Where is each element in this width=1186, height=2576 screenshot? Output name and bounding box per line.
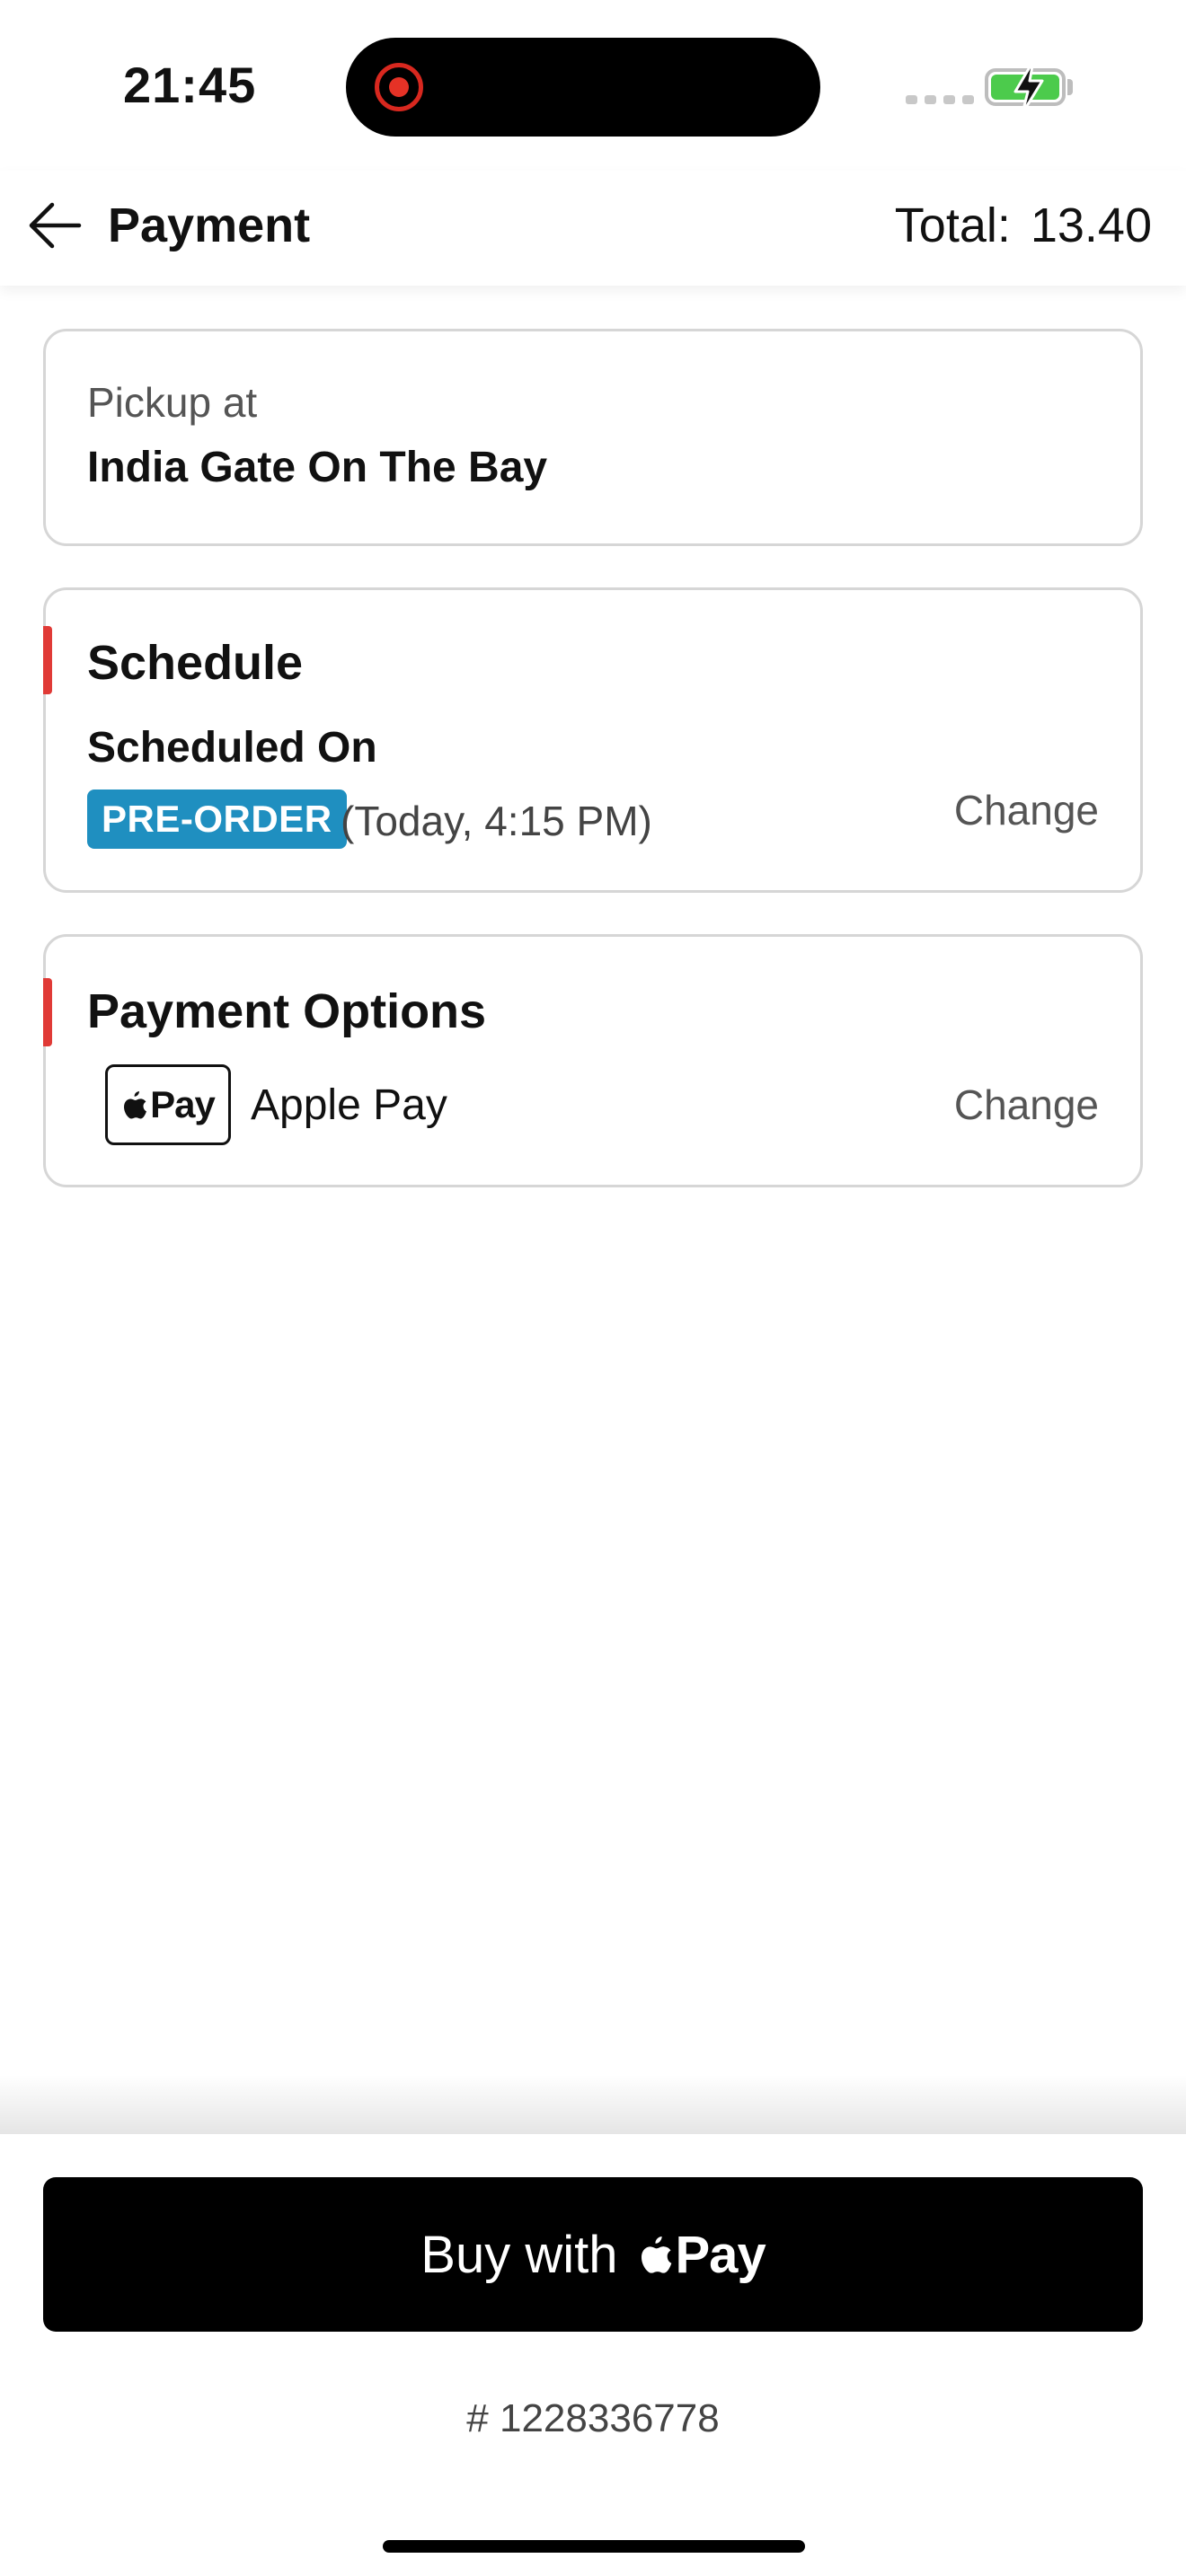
status-bar: 21:45	[0, 0, 1186, 171]
battery-cap	[1067, 79, 1073, 95]
page-title: Payment	[108, 198, 311, 252]
schedule-title: Schedule	[87, 636, 304, 690]
apple-pay-logo: Pay	[105, 1064, 231, 1145]
scheduled-on-label: Scheduled On	[87, 724, 377, 772]
order-number: # 1228336778	[466, 2396, 720, 2440]
cellular-signal-icon	[906, 95, 974, 104]
change-payment-button[interactable]: Change	[954, 1081, 1099, 1129]
buy-button-label: Buy with	[420, 2225, 618, 2284]
apple-logo-icon	[124, 1091, 147, 1119]
page-header: Payment Total: 13.40	[0, 171, 1186, 286]
total-label: Total:	[894, 198, 1011, 252]
charging-bolt-icon	[1013, 59, 1044, 115]
change-schedule-button[interactable]: Change	[954, 786, 1099, 834]
status-time: 21:45	[123, 57, 257, 113]
pickup-location: India Gate On The Bay	[87, 444, 548, 491]
bottom-shadow	[0, 2075, 1186, 2134]
payment-method-name: Apple Pay	[251, 1081, 447, 1129]
recording-indicator-icon	[375, 63, 423, 111]
payment-options-card: Payment Options Pay Apple Pay Change	[43, 934, 1143, 1187]
dynamic-island	[346, 38, 820, 137]
payment-options-title: Payment Options	[87, 984, 487, 1038]
pickup-label: Pickup at	[87, 379, 258, 426]
buy-button-pay-text: Pay	[675, 2225, 766, 2284]
arrow-left-icon[interactable]	[27, 201, 83, 250]
home-indicator[interactable]	[383, 2540, 805, 2553]
pickup-card: Pickup at India Gate On The Bay	[43, 329, 1143, 546]
total-amount: 13.40	[1030, 198, 1152, 252]
apple-pay-logo-text: Pay	[150, 1083, 216, 1125]
schedule-card: Schedule Scheduled On PRE-ORDER (Today, …	[43, 587, 1143, 893]
scheduled-time: (Today, 4:15 PM)	[341, 798, 652, 844]
buy-with-apple-pay-button[interactable]: Buy with Pay	[43, 2177, 1143, 2332]
required-marker	[43, 978, 52, 1046]
order-total: Total: 13.40	[895, 198, 1152, 253]
apple-logo-icon	[641, 2236, 671, 2273]
checkout-footer: Buy with Pay # 1228336778	[0, 2134, 1186, 2576]
pre-order-badge: PRE-ORDER	[87, 790, 347, 849]
required-marker	[43, 626, 52, 694]
